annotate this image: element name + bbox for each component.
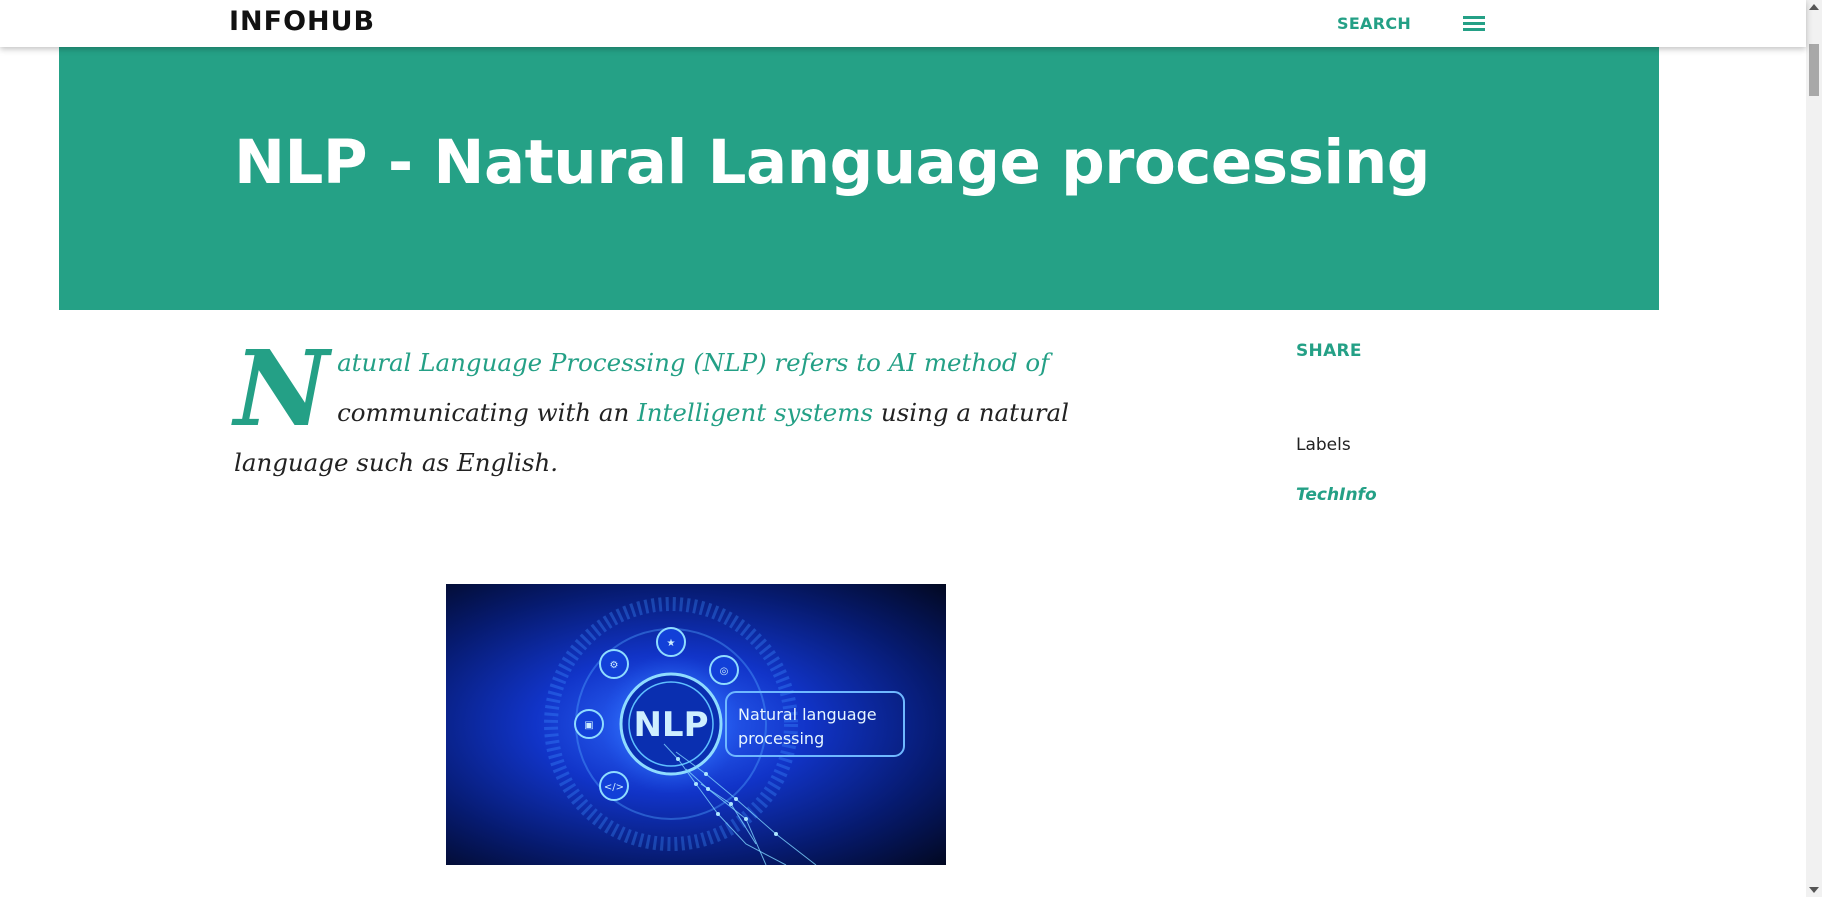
body-text: communicating with an (337, 398, 630, 427)
post-header-banner: NLP - Natural Language processing (59, 47, 1659, 310)
svg-text:◎: ◎ (720, 666, 729, 677)
vertical-scrollbar[interactable] (1806, 0, 1822, 897)
svg-text:★: ★ (667, 638, 676, 649)
post-title: NLP - Natural Language processing (234, 127, 1430, 198)
site-logo[interactable]: INFOHUB (229, 6, 375, 37)
top-app-bar: INFOHUB SEARCH (0, 0, 1806, 47)
svg-text:▣: ▣ (584, 720, 593, 731)
nlp-illustration-graphic: ★ ⚙ ◎ ▣ </> NLP Natural language process… (544, 597, 905, 865)
svg-text:⚙: ⚙ (610, 660, 619, 671)
intelligent-systems-link[interactable]: Intelligent systems (637, 398, 873, 427)
intro-link[interactable]: atural Language Processing (NLP) refers … (337, 348, 1049, 377)
label-link-techinfo[interactable]: TechInfo (1296, 485, 1377, 505)
scroll-up-arrow-icon[interactable] (1809, 4, 1819, 10)
image-caption-line2: processing (738, 729, 824, 748)
labels-heading: Labels (1296, 435, 1351, 455)
scrollbar-thumb[interactable] (1809, 44, 1819, 96)
search-button[interactable]: SEARCH (1337, 14, 1411, 33)
share-button[interactable]: SHARE (1296, 341, 1362, 361)
post-body: N atural Language Processing (NLP) refer… (234, 327, 1134, 488)
drop-cap: N (234, 327, 330, 450)
image-nlp-text: NLP (633, 705, 708, 745)
image-caption-line1: Natural language (738, 705, 877, 724)
scroll-down-arrow-icon[interactable] (1809, 887, 1819, 893)
hamburger-menu-icon[interactable] (1462, 14, 1486, 32)
svg-text:</>: </> (604, 782, 624, 793)
nlp-illustration-image[interactable]: ★ ⚙ ◎ ▣ </> NLP Natural language process… (446, 584, 946, 865)
